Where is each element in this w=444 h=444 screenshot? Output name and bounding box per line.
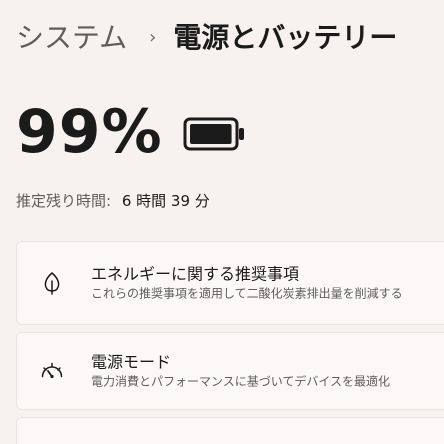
- battery-full-icon: [183, 117, 244, 151]
- gauge-icon: [41, 362, 63, 379]
- remaining-time-label: 推定残り時間:: [16, 192, 112, 210]
- settings-card-partial[interactable]: [16, 417, 444, 444]
- power-mode-title: 電源モード: [91, 352, 172, 372]
- power-mode-text: 電源モード 電力消費とパフォーマンスに基づいてデバイスを最適化: [91, 352, 390, 391]
- energy-recommendations-title: エネルギーに関する推奨事項: [91, 264, 300, 284]
- power-mode-card[interactable]: 電源モード 電力消費とパフォーマンスに基づいてデバイスを最適化: [16, 332, 444, 410]
- energy-recommendations-card[interactable]: エネルギーに関する推奨事項 これらの推奨事項を適用して二酸化炭素排出量を削減する: [16, 241, 444, 325]
- energy-recommendations-text: エネルギーに関する推奨事項 これらの推奨事項を適用して二酸化炭素排出量を削減する: [91, 264, 403, 303]
- energy-recommendations-description: これらの推奨事項を適用して二酸化炭素排出量を削減する: [91, 286, 403, 301]
- battery-status: 99%: [16, 92, 245, 172]
- breadcrumb-system-link[interactable]: システム: [16, 16, 127, 60]
- power-mode-description: 電力消費とパフォーマンスに基づいてデバイスを最適化: [91, 374, 391, 389]
- breadcrumb-separator: ›: [149, 27, 157, 48]
- remaining-time-value: 6 時間 39 分: [121, 192, 210, 210]
- breadcrumb: システム › 電源とバッテリー: [16, 16, 397, 60]
- battery-percentage: 99%: [16, 97, 163, 167]
- leaf-icon: [44, 272, 60, 295]
- settings-page: システム › 電源とバッテリー 99% 推定残り時間: 6 時間 39 分 エネ…: [0, 0, 444, 444]
- page-title: 電源とバッテリー: [173, 21, 398, 54]
- estimated-remaining-time: 推定残り時間: 6 時間 39 分: [16, 190, 210, 212]
- battery-level-fill: [189, 124, 232, 144]
